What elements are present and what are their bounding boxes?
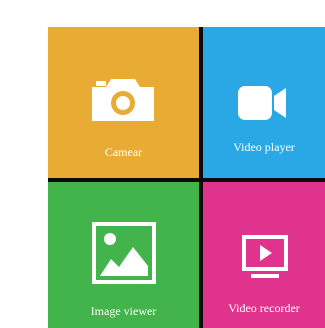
play-screen-icon — [242, 235, 288, 278]
image-viewer-tile-label: Image viewer — [90, 304, 157, 318]
video-recorder-tile[interactable]: Video recorder — [203, 182, 325, 328]
camera-tile[interactable]: Camear — [48, 27, 199, 178]
image-icon — [92, 222, 156, 284]
camera-icon — [92, 79, 154, 121]
video-player-tile-label: Video player — [233, 140, 295, 154]
video-player-tile[interactable]: Video player — [203, 27, 325, 178]
image-viewer-tile[interactable]: Image viewer — [48, 182, 199, 328]
camera-tile-label: Camear — [104, 145, 143, 159]
app-launcher-grid: Camear Video player Image viewer Video r… — [48, 27, 325, 328]
video-recorder-tile-label: Video recorder — [228, 301, 300, 315]
video-camera-icon — [238, 86, 286, 120]
